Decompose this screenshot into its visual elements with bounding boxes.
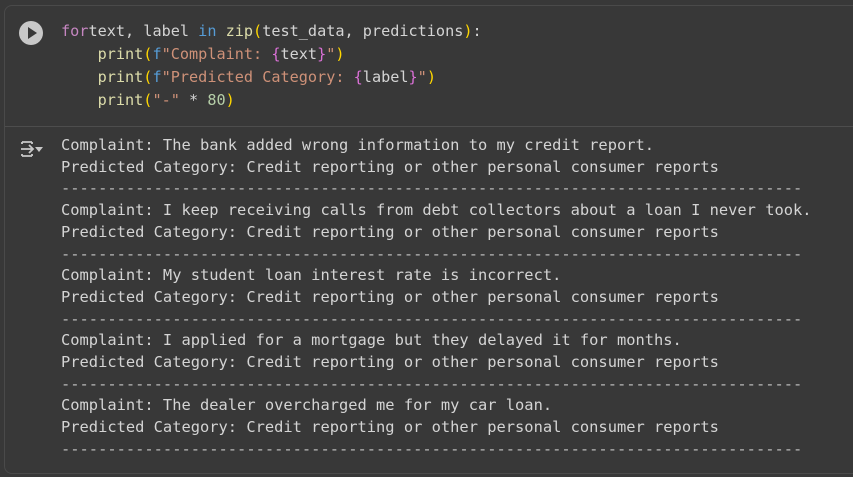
code-line: print(f"Complaint: {text}") bbox=[61, 43, 482, 66]
code-token: print bbox=[97, 91, 144, 109]
code-token: ) bbox=[426, 68, 436, 86]
output-complaint-line: Complaint: The bank added wrong informat… bbox=[61, 136, 655, 154]
cell-output: Complaint: The bank added wrong informat… bbox=[61, 135, 812, 461]
output-category-line: Predicted Category: Credit reporting or … bbox=[61, 353, 719, 372]
code-token: " bbox=[417, 68, 427, 86]
code-line: fortext, label in zip(test_data, predict… bbox=[61, 20, 482, 43]
output-separator-line: ----------------------------------------… bbox=[61, 309, 803, 328]
code-token: print bbox=[97, 45, 144, 63]
output-separator-line: ----------------------------------------… bbox=[61, 179, 803, 198]
code-token: text bbox=[280, 45, 318, 63]
output-complaint-line: Complaint: I applied for a mortgage but … bbox=[61, 331, 682, 350]
code-token: { bbox=[271, 45, 281, 63]
code-token: f bbox=[152, 68, 162, 86]
code-source[interactable]: fortext, label in zip(test_data, predict… bbox=[61, 20, 482, 112]
code-token: text, label bbox=[88, 22, 199, 40]
code-token: ) bbox=[335, 45, 345, 63]
code-token: : bbox=[472, 22, 482, 40]
code-token: test_data, predictions bbox=[262, 22, 464, 40]
output-category-line: Predicted Category: Credit reporting or … bbox=[61, 418, 719, 437]
code-cell[interactable]: fortext, label in zip(test_data, predict… bbox=[4, 5, 853, 474]
code-token: "Complaint: bbox=[161, 45, 272, 63]
output-category-line: Predicted Category: Credit reporting or … bbox=[61, 287, 719, 306]
run-cell-button[interactable] bbox=[19, 21, 43, 45]
output-toggle-icon[interactable] bbox=[19, 139, 45, 159]
output-separator-line: ----------------------------------------… bbox=[61, 244, 803, 263]
code-token: } bbox=[408, 68, 418, 86]
output-separator-line: ----------------------------------------… bbox=[61, 439, 803, 458]
output-complaint-line: Complaint: My student loan interest rate… bbox=[61, 266, 562, 285]
output-category-line: Predicted Category: Credit reporting or … bbox=[61, 157, 719, 176]
code-token: for bbox=[61, 22, 89, 40]
code-token: print bbox=[97, 68, 144, 86]
code-token: ( bbox=[253, 22, 263, 40]
code-token: * bbox=[179, 91, 208, 109]
output-category-line: Predicted Category: Credit reporting or … bbox=[61, 222, 719, 241]
code-line: print("-" * 80) bbox=[61, 89, 482, 112]
code-token: f bbox=[152, 45, 162, 63]
code-editor[interactable]: fortext, label in zip(test_data, predict… bbox=[5, 6, 853, 127]
code-token: zip bbox=[216, 22, 254, 40]
code-token: 80 bbox=[207, 91, 226, 109]
code-token: ) bbox=[225, 91, 235, 109]
code-token: { bbox=[353, 68, 363, 86]
code-token: "Predicted Category: bbox=[161, 68, 354, 86]
code-token: in bbox=[198, 22, 217, 40]
code-token: label bbox=[362, 68, 409, 86]
code-token: } bbox=[317, 45, 327, 63]
output-separator-line: ----------------------------------------… bbox=[61, 374, 803, 393]
code-token: ) bbox=[463, 22, 473, 40]
output-complaint-line: Complaint: I keep receiving calls from d… bbox=[61, 201, 812, 220]
code-line: print(f"Predicted Category: {label}") bbox=[61, 66, 482, 89]
output-complaint-line: Complaint: The dealer overcharged me for… bbox=[61, 396, 553, 415]
code-token: "-" bbox=[152, 91, 180, 109]
